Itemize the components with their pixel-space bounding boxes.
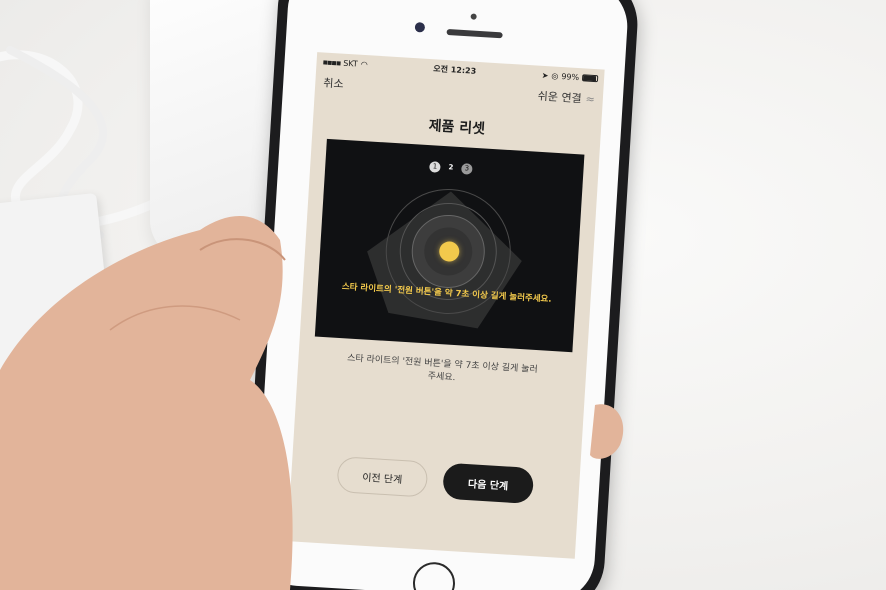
hand [0, 216, 624, 590]
photo-background: ▪▪▪▪ SKT ◠ 오전 12:23 ➤ ◎ 99% 취소 쉬운 연결 ≈ 제… [0, 0, 886, 590]
